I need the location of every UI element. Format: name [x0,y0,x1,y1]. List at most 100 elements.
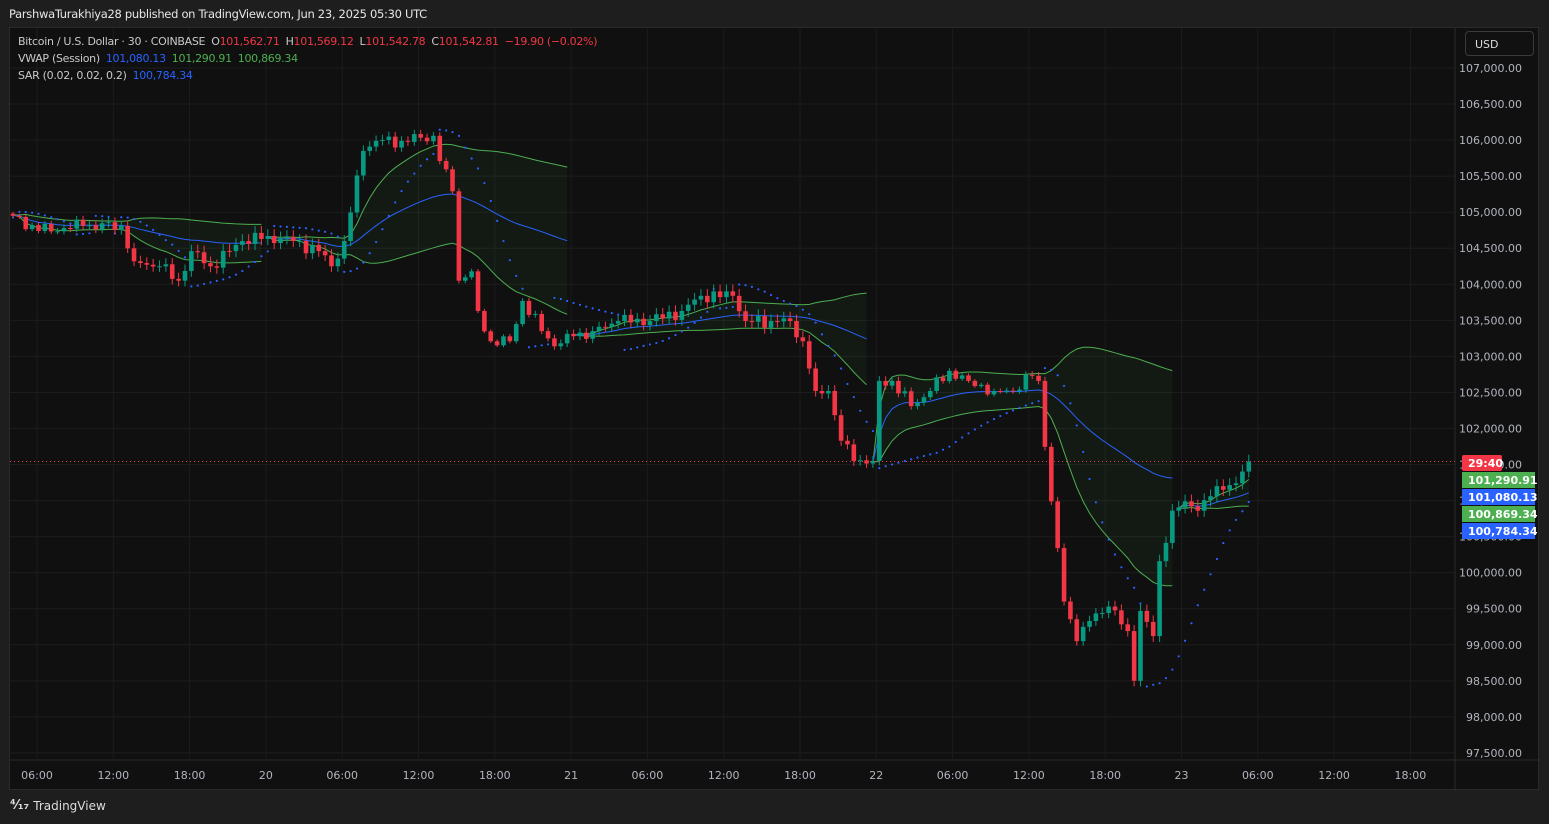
sar-dot [961,436,964,439]
vwap-value: 101,080.13 [105,52,166,65]
vwap-legend[interactable]: VWAP (Session) 101,080.13 101,290.91 100,86… [18,52,304,65]
sar-dot [763,290,766,293]
sar-dot [457,134,460,137]
candle-body [23,216,29,230]
sar-dot [617,313,620,316]
candle-body [730,291,736,296]
sar-dot [1209,573,1212,576]
candle-body [1074,619,1080,642]
sar-dot [101,215,104,218]
sar-dot [419,164,422,167]
sar-dot [693,321,696,325]
candle-body [1061,548,1067,602]
candle-body [1195,506,1201,511]
candle-body [131,248,137,262]
x-tick-label: 06:00 [1242,769,1274,782]
sar-dot [152,228,155,232]
sar-dot [1018,406,1021,410]
candle-body [794,321,799,338]
sar-dot [871,429,875,433]
open-value: 101,562.71 [219,35,280,48]
sar-dot [62,220,66,223]
candle-body [940,377,946,382]
candle-body [252,232,258,244]
candle-body [386,136,392,140]
sar-dot [374,240,378,244]
sar-dot [476,167,480,170]
sar-dot [814,321,817,324]
candle-body [1233,483,1239,486]
x-tick-label: 18:00 [174,769,206,782]
candle-body [762,316,767,328]
sar-dot [750,285,754,288]
sar-dot [808,313,811,316]
sar-dot [368,252,371,255]
candle-body [494,341,500,346]
candle-body [150,264,156,267]
candle-body [271,235,277,244]
candle-body [845,440,850,445]
sar-dot [292,226,295,229]
tradingview-brand: TradingView [33,798,106,813]
candle-body [284,236,290,239]
sar-dot [253,260,257,264]
candle-body [462,277,468,281]
candle-body [341,241,347,259]
sar-dot [88,232,91,235]
candle-body [1240,471,1245,484]
sar-dot [496,219,499,222]
candle-body [1036,375,1041,381]
candle-body [959,375,965,379]
candle-body [660,314,666,319]
y-tick-label: 102,500.00 [1459,386,1522,399]
currency-button[interactable]: USD [1465,31,1534,56]
close-label: C [431,35,439,48]
sar-dot [731,305,734,309]
candle-body [877,380,882,461]
sar-dot [699,316,703,319]
vwap-upper-value: 101,290.91 [171,52,232,65]
candle-body [800,337,806,342]
candle-body [1246,461,1252,472]
chart-panel[interactable]: 107,000.00 106,500.00 106,000.00 105,500.00… [9,27,1540,791]
sar-dot [604,310,607,313]
sar-dot [69,222,72,225]
sar-dot [769,293,773,297]
candle-body [755,316,761,322]
sar-dot [846,382,849,386]
candle-body [564,333,570,344]
y-tick-label: 103,500.00 [1459,314,1522,327]
price-chart[interactable]: 107,000.00 106,500.00 106,000.00 105,500.00… [10,28,1540,791]
candle-body [603,326,608,328]
candle-body [998,390,1003,392]
candle-body [679,310,685,320]
sar-dot [1113,553,1117,556]
candle-body [813,368,818,391]
sar-dot [687,326,690,329]
tradingview-logo[interactable]: ⁴⁄₁₇ TradingView [10,798,106,813]
x-tick-label: 12:00 [708,769,740,782]
sar-dot [190,285,193,288]
sar-dot [546,343,550,346]
sar-dot [680,330,683,333]
candle-body [1144,610,1150,622]
candle-body [985,384,990,395]
sar-dot [980,424,983,427]
candle-body [125,225,130,249]
candle-body [418,134,423,138]
sar-dot [1215,557,1219,561]
sar-legend[interactable]: SAR (0.02, 0.02, 0.2) 100,784.34 [18,69,199,82]
candle-body [1017,389,1022,391]
candle-body [99,223,105,230]
candle-body [246,241,251,244]
candle-body [552,338,557,347]
candle-body [1125,624,1131,632]
sar-dot [362,261,365,264]
sar-dot [1203,588,1206,591]
candle-body [259,232,264,239]
candle-body [768,321,774,328]
y-tick-label: 99,000.00 [1466,639,1522,652]
candle-body [1138,610,1143,681]
sar-dot [1247,500,1250,504]
countdown-tag: 29:40 [1462,455,1503,471]
